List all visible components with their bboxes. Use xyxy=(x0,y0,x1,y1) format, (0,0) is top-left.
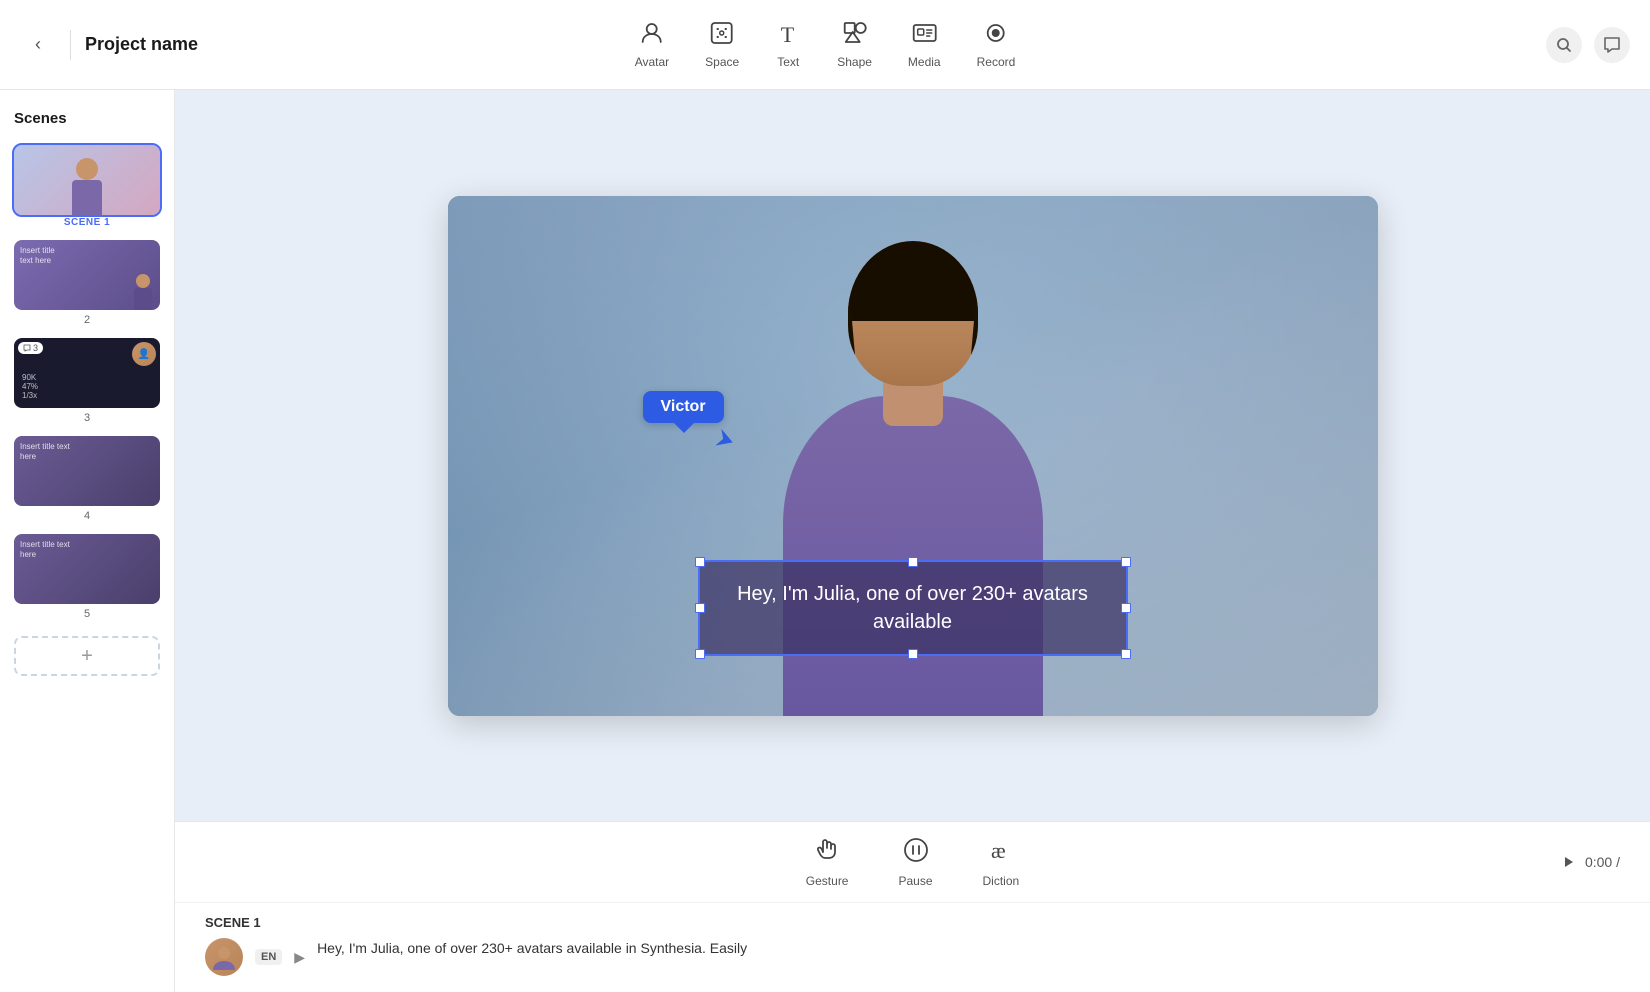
scene-script-area: SCENE 1 EN ▶ Hey, I'm Julia, one of over… xyxy=(175,902,1650,992)
pause-icon xyxy=(902,836,930,869)
overlay-text: Hey, I'm Julia, one of over 230+ avatars… xyxy=(737,583,1088,633)
diction-label: Diction xyxy=(983,874,1020,888)
handle-bl[interactable] xyxy=(695,649,705,659)
scene-5-thumb-text: Insert title texthere xyxy=(20,540,70,561)
scene-2-number: 2 xyxy=(14,314,160,326)
back-button[interactable]: ‹ xyxy=(20,27,56,63)
scene-4-thumb-text: Insert title texthere xyxy=(20,442,70,463)
pause-button[interactable]: Pause xyxy=(898,836,932,888)
shape-label: Shape xyxy=(837,55,872,69)
nav-tool-record[interactable]: Record xyxy=(977,20,1016,69)
scene-3-number: 3 xyxy=(14,412,160,424)
pause-label: Pause xyxy=(898,874,932,888)
scene-item-1[interactable]: SCENE 1 xyxy=(14,145,160,228)
media-icon xyxy=(911,20,937,50)
top-nav: ‹ Project name Avatar Space xyxy=(0,0,1650,90)
search-button[interactable] xyxy=(1546,27,1582,63)
scene-3-comment-badge: 3 xyxy=(18,342,43,354)
main-layout: Scenes SCENE 1 Insert titletext here xyxy=(0,90,1650,992)
diction-icon: æ xyxy=(987,836,1015,869)
nav-tool-media[interactable]: Media xyxy=(908,20,941,69)
media-label: Media xyxy=(908,55,941,69)
victor-tooltip: Victor xyxy=(643,391,724,423)
scene-5-number: 5 xyxy=(14,608,160,620)
diction-button[interactable]: æ Diction xyxy=(983,836,1020,888)
nav-tool-avatar[interactable]: Avatar xyxy=(635,20,669,69)
svg-text:æ: æ xyxy=(991,838,1006,863)
bottom-panel: Gesture Pause æ xyxy=(175,821,1650,992)
script-lang-badge: EN xyxy=(255,949,282,965)
handle-tr[interactable] xyxy=(1121,557,1131,567)
space-icon xyxy=(709,20,735,50)
scene-4-number: 4 xyxy=(14,510,160,522)
nav-tool-text[interactable]: T Text xyxy=(775,20,801,69)
sidebar-title: Scenes xyxy=(14,110,160,127)
script-expand-arrow[interactable]: ▶ xyxy=(294,949,305,966)
add-scene-button[interactable]: + xyxy=(14,636,160,676)
time-display: 0:00 / xyxy=(1585,854,1620,870)
canvas-wrapper: Victor ⮜ Hey, I'm Julia, one of over 230… xyxy=(175,90,1650,821)
script-text[interactable]: Hey, I'm Julia, one of over 230+ avatars… xyxy=(317,938,1620,959)
handle-ml[interactable] xyxy=(695,603,705,613)
project-name: Project name xyxy=(85,34,198,55)
handle-tm[interactable] xyxy=(908,557,918,567)
gesture-label: Gesture xyxy=(806,874,849,888)
sidebar: Scenes SCENE 1 Insert titletext here xyxy=(0,90,175,992)
shape-icon xyxy=(842,20,868,50)
record-label: Record xyxy=(977,55,1016,69)
play-time: 0:00 / xyxy=(1559,853,1620,871)
nav-tools: Avatar Space T Text xyxy=(635,20,1016,69)
text-label: Text xyxy=(777,55,799,69)
nav-tool-shape[interactable]: Shape xyxy=(837,20,872,69)
scene-1-label: SCENE 1 xyxy=(14,217,160,228)
scene-item-2[interactable]: Insert titletext here 2 xyxy=(14,240,160,326)
scene-3-stats: 90K 47% 1/3x xyxy=(22,373,38,400)
gesture-button[interactable]: Gesture xyxy=(806,836,849,888)
nav-right xyxy=(1546,27,1630,63)
svg-text:T: T xyxy=(780,22,794,46)
text-overlay[interactable]: Hey, I'm Julia, one of over 230+ avatars… xyxy=(698,560,1128,656)
scene-2-thumb-text: Insert titletext here xyxy=(20,246,55,267)
scene-script-label: SCENE 1 xyxy=(205,903,1620,938)
nav-tool-space[interactable]: Space xyxy=(705,20,739,69)
record-icon xyxy=(983,20,1009,50)
script-row: EN ▶ Hey, I'm Julia, one of over 230+ av… xyxy=(205,938,1620,976)
add-scene-icon: + xyxy=(81,645,93,668)
text-icon: T xyxy=(775,20,801,50)
handle-br[interactable] xyxy=(1121,649,1131,659)
avatar-label: Avatar xyxy=(635,55,669,69)
nav-divider xyxy=(70,30,71,60)
avatar-icon xyxy=(639,20,665,50)
script-avatar xyxy=(205,938,243,976)
handle-bm[interactable] xyxy=(908,649,918,659)
playback-toolbar: Gesture Pause æ xyxy=(175,822,1650,902)
canvas[interactable]: Victor ⮜ Hey, I'm Julia, one of over 230… xyxy=(448,196,1378,716)
scene-item-5[interactable]: Insert title texthere 5 xyxy=(14,534,160,620)
gesture-icon xyxy=(813,836,841,869)
handle-tl[interactable] xyxy=(695,557,705,567)
play-icon xyxy=(1559,853,1577,871)
handle-mr[interactable] xyxy=(1121,603,1131,613)
scene-item-4[interactable]: Insert title texthere 4 xyxy=(14,436,160,522)
space-label: Space xyxy=(705,55,739,69)
scene-item-3[interactable]: 3 90K 47% 1/3x 👤 3 xyxy=(14,338,160,424)
comment-button[interactable] xyxy=(1594,27,1630,63)
